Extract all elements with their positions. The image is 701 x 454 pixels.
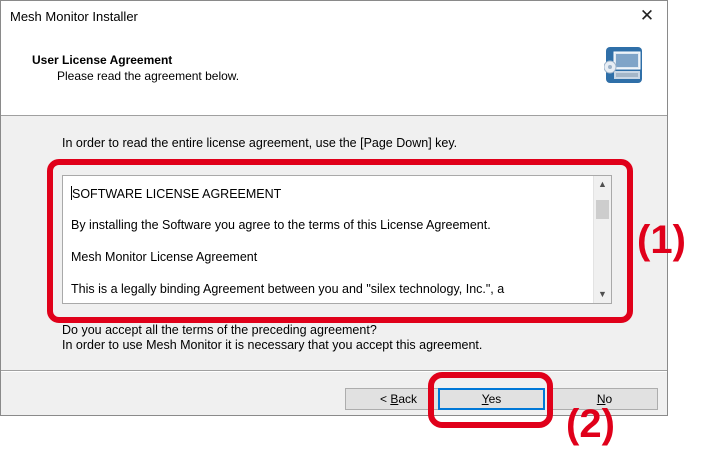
footer-divider-highlight xyxy=(1,371,667,372)
instruction-text: In order to read the entire license agre… xyxy=(62,136,458,150)
page-subtitle: Please read the agreement below. xyxy=(57,69,240,83)
page-title: User License Agreement xyxy=(32,53,173,67)
accept-text: Do you accept all the terms of the prece… xyxy=(62,323,482,353)
annotation-label-1: (1) xyxy=(637,218,686,262)
title-bar: Mesh Monitor Installer ✕ xyxy=(1,1,667,33)
annotation-highlight-yes xyxy=(428,372,553,428)
wizard-header: User License Agreement Please read the a… xyxy=(1,33,667,116)
annotation-label-2: (2) xyxy=(566,402,615,446)
window-title: Mesh Monitor Installer xyxy=(10,9,138,24)
accept-question: Do you accept all the terms of the prece… xyxy=(62,323,377,337)
computer-install-icon xyxy=(604,47,642,83)
accept-note: In order to use Mesh Monitor it is neces… xyxy=(62,338,483,352)
annotation-highlight-license xyxy=(47,159,633,323)
close-icon[interactable]: ✕ xyxy=(627,1,667,33)
